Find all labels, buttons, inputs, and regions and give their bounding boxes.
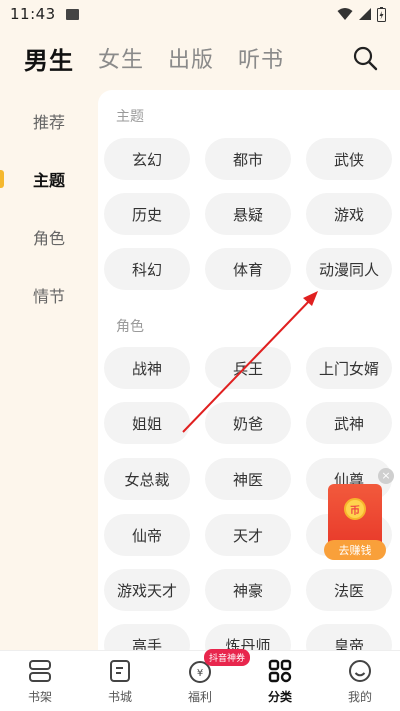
- status-icons: [337, 6, 386, 22]
- top-tabs: 男生 女生 出版 听书: [0, 36, 400, 80]
- nav-label: 分类: [267, 690, 292, 704]
- status-time: 11:43: [10, 5, 56, 23]
- chip-theme[interactable]: 武侠: [306, 138, 392, 180]
- nav-bookshelf[interactable]: 书架: [0, 651, 80, 711]
- chip-role[interactable]: 天才: [205, 514, 291, 556]
- tab-male[interactable]: 男生: [24, 41, 74, 76]
- chip-role[interactable]: 姐姐: [104, 402, 190, 444]
- bookstore-icon: [110, 660, 130, 682]
- chip-role[interactable]: 上门女婿: [306, 347, 392, 389]
- earn-money-label: 去赚钱: [324, 540, 386, 560]
- chip-role[interactable]: 游戏天才: [104, 569, 190, 611]
- chip-role[interactable]: 奶爸: [205, 402, 291, 444]
- chip-role[interactable]: 仙帝: [104, 514, 190, 556]
- nav-bookstore[interactable]: 书城: [80, 651, 160, 711]
- gallery-notification-icon: [65, 8, 79, 20]
- section-title-role: 角色: [116, 319, 144, 335]
- nav-label: 书城: [107, 690, 132, 704]
- chip-role[interactable]: 神医: [205, 458, 291, 500]
- chip-role[interactable]: 高手: [104, 624, 190, 650]
- side-item-theme[interactable]: 主题: [0, 150, 98, 208]
- chip-theme[interactable]: 动漫同人: [306, 248, 392, 290]
- chip-theme[interactable]: 科幻: [104, 248, 190, 290]
- nav-label: 我的: [347, 690, 372, 704]
- profile-icon: [349, 660, 371, 682]
- category-side-nav: 推荐 主题 角色 情节: [0, 92, 98, 324]
- chip-role[interactable]: 法医: [306, 569, 392, 611]
- float-red-packet[interactable]: 币 去赚钱: [324, 484, 386, 560]
- tab-female[interactable]: 女生: [98, 42, 144, 74]
- chip-theme[interactable]: 悬疑: [205, 193, 291, 235]
- tab-publish[interactable]: 出版: [168, 42, 214, 74]
- close-icon[interactable]: ×: [378, 468, 394, 484]
- status-bar: 11:43: [0, 0, 400, 28]
- chip-role[interactable]: 武神: [306, 402, 392, 444]
- signal-icon: [359, 8, 371, 20]
- chip-role[interactable]: 神豪: [205, 569, 291, 611]
- side-item-plot[interactable]: 情节: [0, 266, 98, 324]
- chip-role[interactable]: 女总裁: [104, 458, 190, 500]
- nav-label: 书架: [27, 690, 52, 704]
- chip-theme[interactable]: 历史: [104, 193, 190, 235]
- chip-role[interactable]: 皇帝: [306, 624, 392, 650]
- coin-icon: 币: [344, 498, 366, 520]
- nav-category[interactable]: 分类: [240, 651, 320, 711]
- wifi-icon: [337, 8, 353, 20]
- chip-role[interactable]: 战神: [104, 347, 190, 389]
- nav-label: 福利: [187, 690, 212, 704]
- chip-theme[interactable]: 游戏: [306, 193, 392, 235]
- nav-welfare[interactable]: 抖音神券 ¥ 福利: [160, 649, 251, 711]
- svg-text:¥: ¥: [197, 668, 203, 679]
- category-panel: 主题 玄幻 都市 武侠 历史 悬疑 游戏 科幻 体育 动漫同人 角色 战神 兵王…: [98, 90, 400, 650]
- chip-theme[interactable]: 体育: [205, 248, 291, 290]
- chip-role[interactable]: 炼丹师: [205, 624, 291, 650]
- category-icon: [268, 659, 292, 683]
- search-icon[interactable]: [352, 45, 378, 71]
- side-item-recommend[interactable]: 推荐: [0, 92, 98, 150]
- nav-profile[interactable]: 我的: [320, 651, 400, 711]
- tab-audiobook[interactable]: 听书: [238, 42, 284, 74]
- chip-role[interactable]: 兵王: [205, 347, 291, 389]
- bottom-nav: 书架 书城 抖音神券 ¥ 福利 分类 我的: [0, 649, 400, 711]
- section-title-theme: 主题: [116, 109, 144, 125]
- side-item-role[interactable]: 角色: [0, 208, 98, 266]
- bookshelf-icon: [29, 660, 51, 682]
- chip-theme[interactable]: 都市: [205, 138, 291, 180]
- chip-theme[interactable]: 玄幻: [104, 138, 190, 180]
- battery-icon: [377, 6, 386, 22]
